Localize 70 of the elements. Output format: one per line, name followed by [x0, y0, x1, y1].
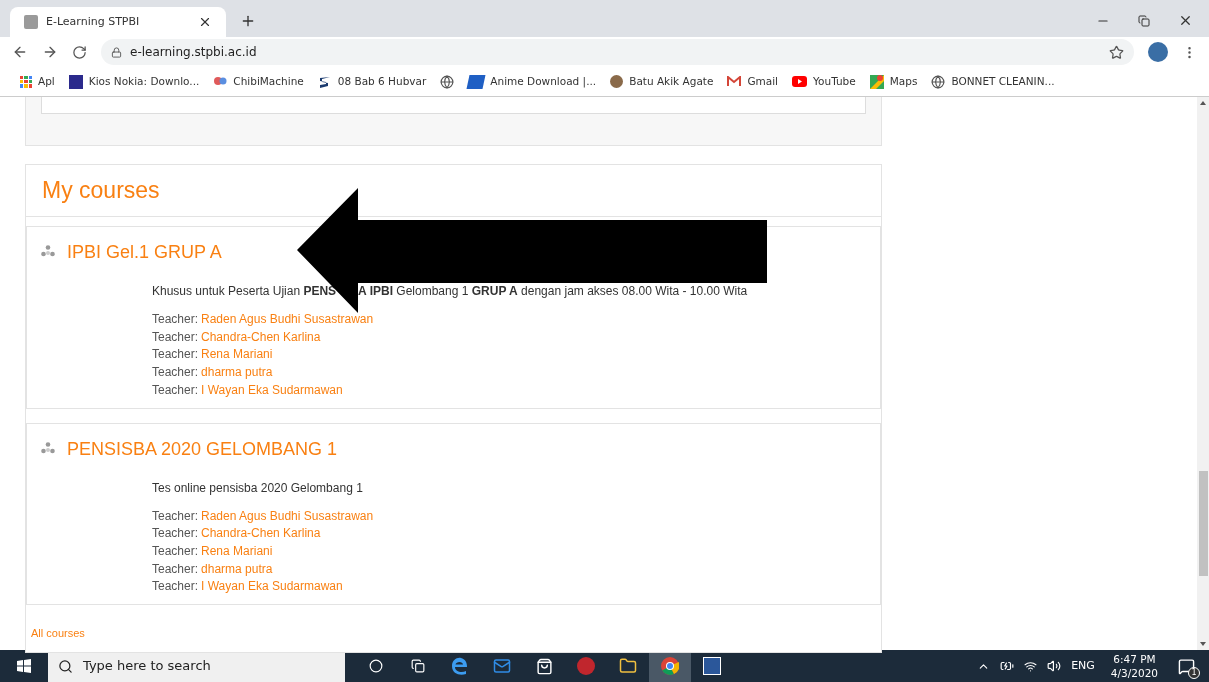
chrome-icon[interactable]: [661, 657, 679, 675]
profile-avatar[interactable]: [1148, 42, 1168, 62]
lock-icon: [111, 46, 122, 58]
store-icon[interactable]: [535, 657, 553, 675]
bookmark[interactable]: Anime Download |...: [468, 73, 597, 90]
teacher-label: Teacher:: [152, 507, 199, 525]
bookmark[interactable]: Batu Akik Agate: [610, 73, 714, 90]
course-description: Khusus untuk Peserta Ujian PENS: [152, 283, 337, 299]
forward-icon[interactable]: [42, 44, 58, 60]
teacher-label: Teacher:: [152, 346, 199, 364]
teacher-label: Teacher:: [152, 542, 199, 560]
battery-icon[interactable]: [1000, 659, 1015, 673]
task-view-icon[interactable]: [411, 659, 425, 673]
teacher-label: Teacher:: [152, 578, 199, 596]
scroll-thumb[interactable]: [1198, 471, 1208, 576]
reload-icon[interactable]: [72, 44, 87, 60]
teacher-label: Teacher:: [152, 311, 199, 328]
course-description: A IPBI Gelombang 1 GRUP A dengan jam akses 08.00 Wita - 10.00 Wita: [358, 283, 748, 299]
wifi-icon[interactable]: [1024, 659, 1038, 673]
globe-icon: [440, 74, 455, 89]
search-icon: [58, 658, 73, 674]
bookmark[interactable]: 08 Bab 6 Hubvar: [317, 73, 427, 90]
new-tab-icon[interactable]: [240, 13, 256, 29]
folder-icon[interactable]: [619, 657, 637, 675]
windows-logo-icon[interactable]: [17, 659, 31, 673]
notification-count: 1: [1188, 666, 1200, 679]
course-icon: [41, 245, 55, 259]
bookmark[interactable]: Apl: [20, 73, 55, 90]
e-logo-icon[interactable]: [451, 657, 469, 675]
word-icon[interactable]: [703, 657, 721, 675]
teacher-label: Teacher:: [152, 381, 199, 399]
section-title: My courses: [42, 176, 160, 206]
cortana-icon[interactable]: [369, 659, 383, 673]
map-icon: [869, 74, 884, 89]
teacher-label: Teacher:: [152, 364, 199, 382]
close-window-icon[interactable]: [1178, 13, 1193, 28]
course-icon: [41, 441, 55, 456]
star-icon[interactable]: [1109, 44, 1124, 60]
teacher-label: Teacher:: [152, 560, 199, 578]
n-logo-icon: [68, 74, 83, 89]
play-icon: [792, 76, 808, 87]
bookmark[interactable]: BONNET CLEANIN...: [931, 73, 1055, 90]
close-icon[interactable]: [198, 15, 212, 29]
bookmark[interactable]: YouTube: [792, 73, 856, 90]
bookmark[interactable]: ChibiMachine: [213, 73, 304, 90]
scroll-down-icon[interactable]: [1200, 642, 1206, 646]
tab-title: E-Learning STPBI: [46, 13, 141, 30]
language-indicator[interactable]: ENG: [1071, 657, 1095, 675]
bookmark[interactable]: Gmail: [727, 73, 779, 90]
volume-icon[interactable]: [1047, 659, 1062, 673]
globe-icon: [931, 74, 946, 89]
mail-icon[interactable]: [493, 657, 511, 675]
browser-tab[interactable]: E-Learning STPBI: [10, 7, 226, 37]
bookmark[interactable]: Maps: [869, 73, 918, 90]
teacher-label: Teacher:: [152, 525, 199, 543]
teacher-label: Teacher:: [152, 328, 199, 346]
bookmark[interactable]: Kios Nokia: Downlo...: [68, 73, 200, 90]
restore-icon[interactable]: [1138, 14, 1150, 27]
address-bar[interactable]: e-learning.stpbi.ac.id: [101, 39, 1134, 65]
stone-icon: [610, 75, 624, 88]
course-description: Tes online pensisba 2020 Gelombang 1: [152, 479, 363, 496]
bookmark[interactable]: [440, 74, 455, 89]
clock[interactable]: 6:47 PM 4/3/2020: [1110, 652, 1158, 680]
scrollbar[interactable]: [1197, 97, 1209, 650]
page-favicon-icon: [24, 15, 38, 29]
back-icon[interactable]: [12, 44, 28, 60]
mail-m-icon: [727, 76, 742, 87]
scroll-up-icon[interactable]: [1200, 101, 1206, 105]
ae-logo-icon: [466, 74, 486, 89]
apps-grid-icon: [20, 75, 32, 88]
